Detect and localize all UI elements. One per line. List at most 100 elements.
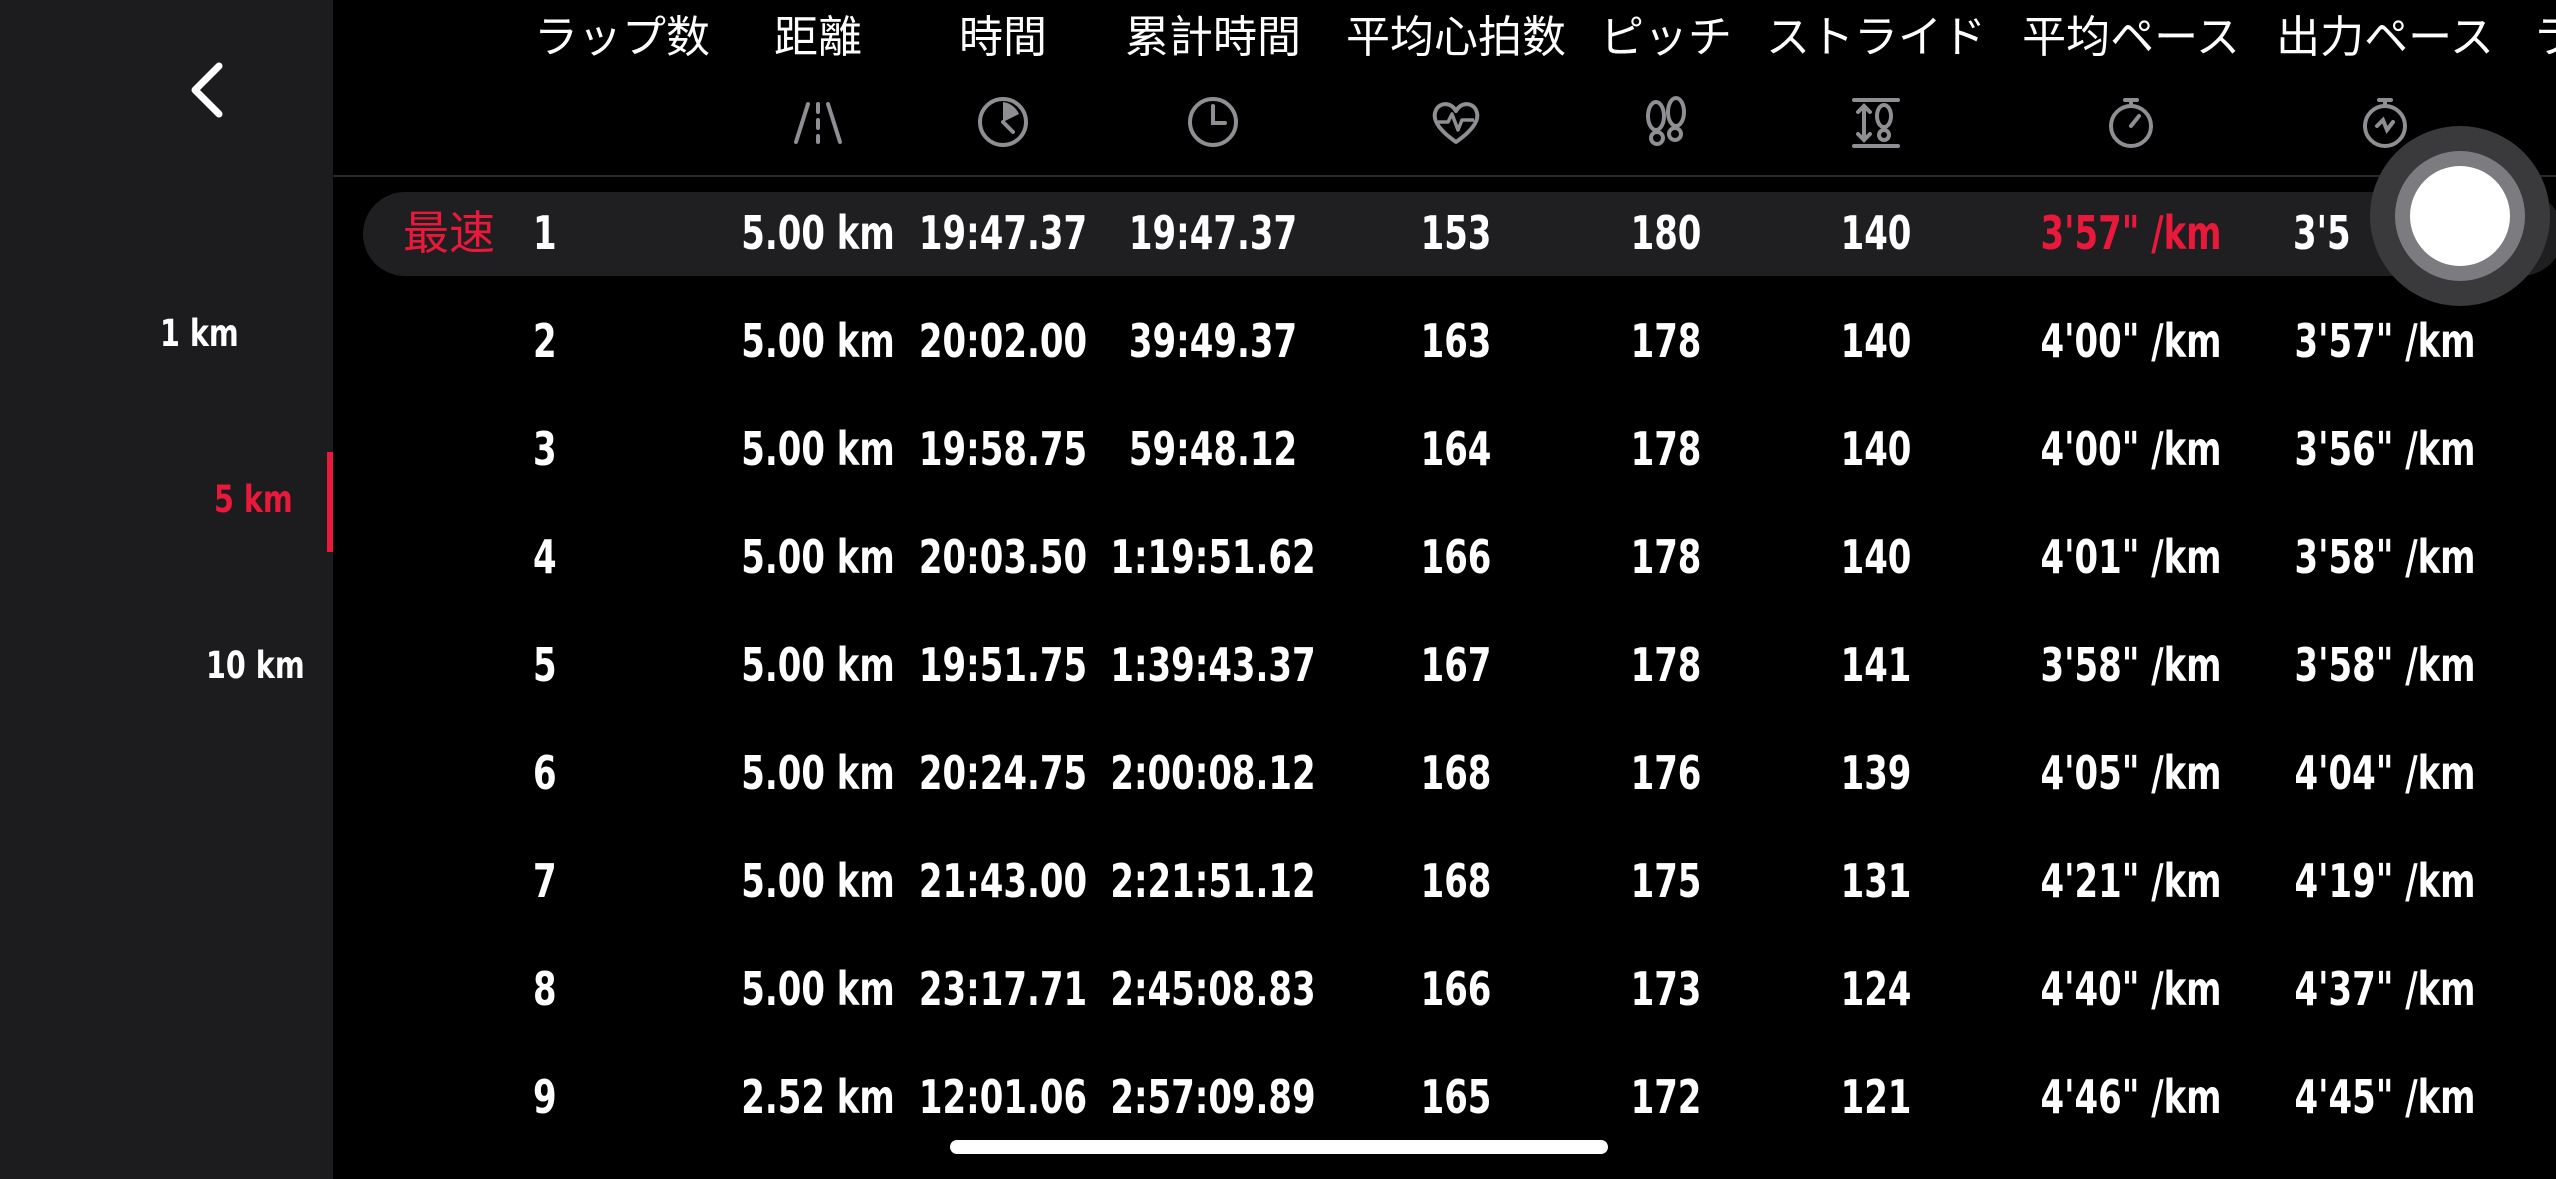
back-button[interactable] xyxy=(172,50,242,130)
cell-lap: 1 xyxy=(533,206,557,260)
lap-row-9[interactable]: 9 2.52 km 12:01.06 2:57:09.89 165 172 12… xyxy=(333,1052,2556,1142)
assistive-touch-center xyxy=(2410,166,2510,266)
header-stride: ストライド xyxy=(1766,12,1986,63)
cell-cumulative: 59:48.12 xyxy=(1128,422,1298,476)
cell-stride: 139 xyxy=(1840,746,1912,800)
cell-power-pace: 4'45" /km xyxy=(2294,1070,2476,1124)
cell-power-pace: 3'5 xyxy=(2293,206,2351,260)
cell-lap: 7 xyxy=(533,854,557,908)
cell-avg-pace: 4'05" /km xyxy=(2040,746,2222,800)
cell-cumulative: 1:19:51.62 xyxy=(1110,530,1316,584)
lap-row-1[interactable]: 最速 1 5.00 km 19:47.37 19:47.37 153 180 1… xyxy=(333,188,2556,278)
cell-time: 19:47.37 xyxy=(918,206,1088,260)
header-pitch: ピッチ xyxy=(1600,12,1732,63)
cell-avg-pace: 4'46" /km xyxy=(2040,1070,2222,1124)
cell-avg-pace: 4'00" /km xyxy=(2040,314,2222,368)
cell-stride: 141 xyxy=(1840,638,1912,692)
header-next-column: ラ xyxy=(2533,12,2556,63)
cell-heart-rate: 168 xyxy=(1420,746,1492,800)
cell-power-pace: 4'19" /km xyxy=(2294,854,2476,908)
cell-distance: 5.00 km xyxy=(741,962,895,1016)
cell-stride: 140 xyxy=(1840,206,1912,260)
lap-row-5[interactable]: 5 5.00 km 19:51.75 1:39:43.37 167 178 14… xyxy=(333,620,2556,710)
cell-distance: 2.52 km xyxy=(741,1070,895,1124)
cell-pitch: 178 xyxy=(1630,638,1702,692)
cell-stride: 121 xyxy=(1840,1070,1912,1124)
header-power-pace: 出力ペース xyxy=(2276,12,2494,63)
cell-pitch: 172 xyxy=(1630,1070,1702,1124)
cell-lap: 3 xyxy=(533,422,557,476)
cell-distance: 5.00 km xyxy=(741,746,895,800)
home-indicator[interactable] xyxy=(950,1140,1608,1154)
cell-cumulative: 2:00:08.12 xyxy=(1110,746,1316,800)
cell-avg-pace: 4'00" /km xyxy=(2040,422,2222,476)
cell-distance: 5.00 km xyxy=(741,206,895,260)
road-distance-icon xyxy=(794,102,842,144)
cell-power-pace: 3'57" /km xyxy=(2294,314,2476,368)
cell-power-pace: 4'37" /km xyxy=(2294,962,2476,1016)
cell-lap: 2 xyxy=(533,314,557,368)
cell-lap: 9 xyxy=(533,1070,557,1124)
cell-time: 21:43.00 xyxy=(918,854,1088,908)
header-avg-heart-rate: 平均心拍数 xyxy=(1346,12,1566,63)
split-sidebar: 1 km 5 km 10 km xyxy=(0,0,333,1179)
cell-pitch: 175 xyxy=(1630,854,1702,908)
cell-lap: 8 xyxy=(533,962,557,1016)
cell-avg-pace: 4'01" /km xyxy=(2040,530,2222,584)
chevron-left-icon xyxy=(191,62,223,118)
cell-heart-rate: 166 xyxy=(1420,530,1492,584)
cell-cumulative: 2:57:09.89 xyxy=(1110,1070,1316,1124)
cell-time: 20:03.50 xyxy=(918,530,1088,584)
header-lap-count: ラップ数 xyxy=(534,12,710,63)
heart-rate-icon xyxy=(1432,102,1480,144)
cell-pitch: 178 xyxy=(1630,422,1702,476)
cell-pitch: 178 xyxy=(1630,530,1702,584)
cell-heart-rate: 165 xyxy=(1420,1070,1492,1124)
cell-stride: 140 xyxy=(1840,422,1912,476)
cell-power-pace: 3'58" /km xyxy=(2294,638,2476,692)
lap-row-2[interactable]: 2 5.00 km 20:02.00 39:49.37 163 178 140 … xyxy=(333,296,2556,386)
cell-heart-rate: 167 xyxy=(1420,638,1492,692)
cell-heart-rate: 168 xyxy=(1420,854,1492,908)
cell-pitch: 180 xyxy=(1630,206,1702,260)
cell-heart-rate: 153 xyxy=(1420,206,1492,260)
split-option-1km[interactable]: 1 km xyxy=(160,312,315,355)
header-distance: 距離 xyxy=(774,12,862,63)
cell-power-pace: 3'56" /km xyxy=(2294,422,2476,476)
cell-power-pace: 4'04" /km xyxy=(2294,746,2476,800)
lap-row-7[interactable]: 7 5.00 km 21:43.00 2:21:51.12 168 175 13… xyxy=(333,836,2556,926)
assistive-touch-icon xyxy=(2395,151,2525,281)
lap-time-clock-icon xyxy=(978,97,1028,147)
cell-avg-pace: 4'21" /km xyxy=(2040,854,2222,908)
lap-row-8[interactable]: 8 5.00 km 23:17.71 2:45:08.83 166 173 12… xyxy=(333,944,2556,1034)
cell-pitch: 173 xyxy=(1630,962,1702,1016)
assistive-touch-button[interactable] xyxy=(2370,126,2550,306)
cell-avg-pace: 3'58" /km xyxy=(2040,638,2222,692)
cell-power-pace: 3'58" /km xyxy=(2294,530,2476,584)
cell-stride: 131 xyxy=(1840,854,1912,908)
lap-row-4[interactable]: 4 5.00 km 20:03.50 1:19:51.62 166 178 14… xyxy=(333,512,2556,602)
lap-row-3[interactable]: 3 5.00 km 19:58.75 59:48.12 164 178 140 … xyxy=(333,404,2556,494)
cell-stride: 140 xyxy=(1840,314,1912,368)
cell-time: 20:24.75 xyxy=(918,746,1088,800)
cell-time: 23:17.71 xyxy=(918,962,1088,1016)
stopwatch-icon xyxy=(2109,98,2153,148)
cell-cumulative: 1:39:43.37 xyxy=(1110,638,1316,692)
cell-distance: 5.00 km xyxy=(741,638,895,692)
cell-lap: 4 xyxy=(533,530,557,584)
fastest-badge: 最速 xyxy=(403,206,495,260)
cell-time: 19:58.75 xyxy=(918,422,1088,476)
cell-distance: 5.00 km xyxy=(741,422,895,476)
cell-stride: 124 xyxy=(1840,962,1912,1016)
header-divider xyxy=(333,175,2556,177)
cell-time: 20:02.00 xyxy=(918,314,1088,368)
cell-distance: 5.00 km xyxy=(741,314,895,368)
cell-cumulative: 2:21:51.12 xyxy=(1110,854,1316,908)
cell-avg-pace: 4'40" /km xyxy=(2040,962,2222,1016)
header-time: 時間 xyxy=(959,12,1047,63)
cell-stride: 140 xyxy=(1840,530,1912,584)
cell-lap: 6 xyxy=(533,746,557,800)
cell-cumulative: 19:47.37 xyxy=(1128,206,1298,260)
cell-distance: 5.00 km xyxy=(741,530,895,584)
lap-row-6[interactable]: 6 5.00 km 20:24.75 2:00:08.12 168 176 13… xyxy=(333,728,2556,818)
